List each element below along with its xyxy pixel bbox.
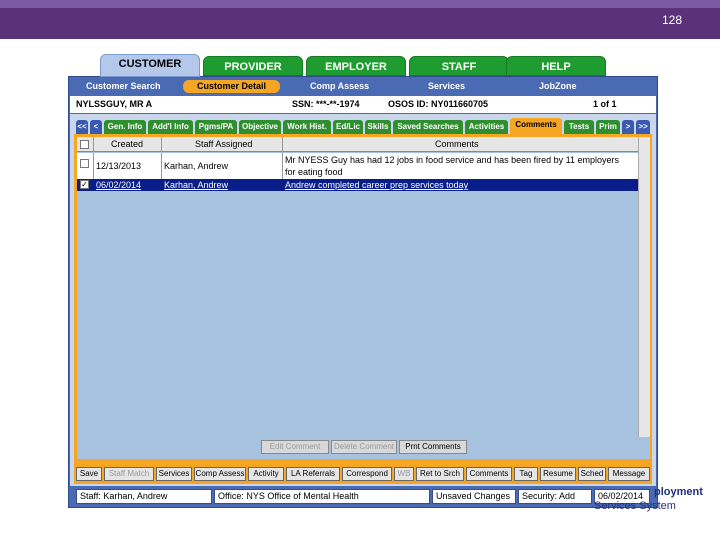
header-comments[interactable]: Comments [435,139,479,149]
save-button[interactable]: Save [76,467,102,481]
header-created[interactable]: Created [111,139,143,149]
staff-match-button[interactable]: Staff Match [104,467,154,481]
tab-pgms-pa[interactable]: Pgms/PA [195,120,237,134]
select-all-checkbox[interactable] [80,140,89,149]
col-divider [161,137,162,152]
print-comments-button[interactable]: Prnt Comments [399,440,467,454]
slide-header: 128 [0,0,720,39]
tab-activities[interactable]: Activities [465,120,508,134]
logo-line2: Services System [594,500,676,512]
table-row[interactable]: 12/13/2013 Karhan, Andrew Mr NYESS Guy h… [77,153,638,180]
resume-button[interactable]: Resume [540,467,576,481]
tab-customer[interactable]: CUSTOMER [100,54,200,77]
record-count: 1 of 1 [593,99,617,109]
last-page-button[interactable]: >> [636,120,650,134]
subnav-comp-assess[interactable]: Comp Assess [310,81,369,91]
tab-provider[interactable]: PROVIDER [203,56,303,76]
col-divider [282,137,283,152]
col-divider [93,137,94,152]
sub-nav: Customer Search Customer Detail Comp Ass… [70,80,656,95]
delete-comment-button[interactable]: Delete Comment [331,440,397,454]
col-divider [282,153,283,180]
first-page-button[interactable]: << [76,120,88,134]
tab-ed-lic[interactable]: Ed/Lic [333,120,363,134]
customer-info-bar: NYLSSGUY, MR A SSN: ***-**-1974 OSOS ID:… [70,96,656,113]
subnav-services[interactable]: Services [428,81,465,91]
row-comment-line2: for eating food [285,167,343,177]
next-page-button[interactable]: > [622,120,634,134]
col-divider [161,153,162,180]
tab-gen-info[interactable]: Gen. Info [104,120,146,134]
vertical-scrollbar[interactable] [638,137,650,437]
slide-number: 128 [661,13,682,27]
table-row-selected[interactable]: ✓ 06/02/2014 Karhan, Andrew Andrew compl… [77,179,638,191]
row-staff: Karhan, Andrew [164,161,229,171]
subnav-customer-search[interactable]: Customer Search [86,81,161,91]
activity-button[interactable]: Activity [248,467,284,481]
row-comment-line1: Mr NYESS Guy has had 12 jobs in food ser… [285,155,620,165]
tab-skills[interactable]: Skills [365,120,391,134]
row-created: 06/02/2014 [96,180,142,190]
comp-assess-button[interactable]: Comp Assess [194,467,246,481]
row-staff: Karhan, Andrew [164,180,229,190]
comments-button[interactable]: Comments [466,467,512,481]
services-button[interactable]: Services [156,467,192,481]
logo-line1: ployment [654,486,703,498]
customer-name: NYLSSGUY, MR A [76,99,153,109]
wb-button[interactable]: WB [394,467,414,481]
row-created: 12/13/2013 [96,161,142,171]
status-unsaved: Unsaved Changes [432,489,516,504]
prev-page-button[interactable]: < [90,120,102,134]
tab-work-hist[interactable]: Work Hist. [283,120,331,134]
tab-saved-searches[interactable]: Saved Searches [393,120,463,134]
tab-addl-info[interactable]: Add'l Info [148,120,193,134]
la-referrals-button[interactable]: LA Referrals [286,467,340,481]
customer-ssn: SSN: ***-**-1974 [292,99,360,109]
tab-employer[interactable]: EMPLOYER [306,56,406,76]
tab-objective[interactable]: Objective [239,120,281,134]
row-checkbox[interactable]: ✓ [80,180,89,189]
message-button[interactable]: Message [608,467,650,481]
subnav-customer-detail[interactable]: Customer Detail [183,80,281,93]
col-divider [93,153,94,180]
ess-logo: ployment Services System [566,486,706,516]
row-comment-line1: Andrew completed career prep services to… [285,180,469,190]
edit-comment-button[interactable]: Edit Comment [261,440,329,454]
tab-help[interactable]: HELP [506,56,606,76]
status-staff: Staff: Karhan, Andrew [76,489,212,504]
header-staff-assigned[interactable]: Staff Assigned [195,139,252,149]
sched-button[interactable]: Sched [578,467,606,481]
header-stripe [0,0,720,8]
subnav-jobzone[interactable]: JobZone [539,81,577,91]
return-to-search-button[interactable]: Ret to Srch [416,467,464,481]
tag-button[interactable]: Tag [514,467,538,481]
tab-comments[interactable]: Comments [510,118,562,134]
status-office: Office: NYS Office of Mental Health [214,489,430,504]
osos-id: OSOS ID: NY011660705 [388,99,489,109]
tab-tests[interactable]: Tests [564,120,594,134]
tab-prim[interactable]: Prim [596,120,620,134]
tab-staff[interactable]: STAFF [409,56,509,76]
row-checkbox[interactable] [80,159,89,168]
table-header: Created Staff Assigned Comments [77,137,638,152]
correspond-button[interactable]: Correspond [342,467,392,481]
